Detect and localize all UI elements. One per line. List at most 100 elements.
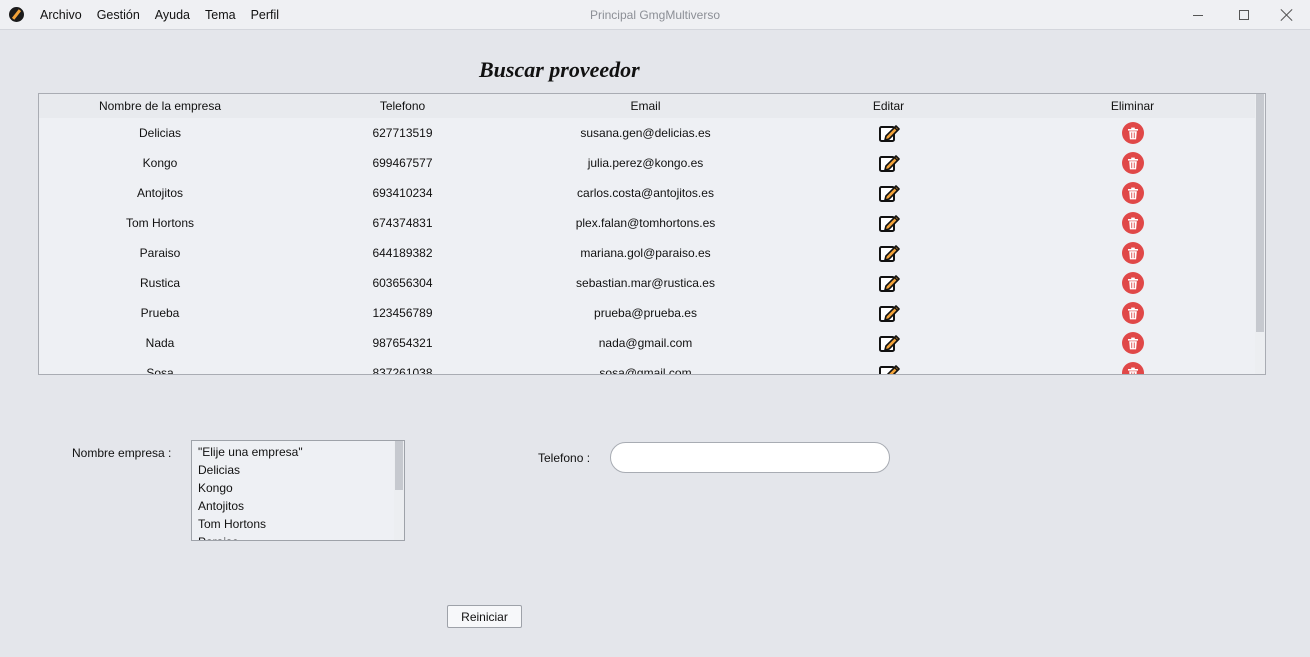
table-row[interactable]: Rustica 603656304 sebastian.mar@rustica.es	[39, 268, 1255, 298]
delete-cell	[1010, 358, 1255, 374]
delete-cell	[1010, 148, 1255, 178]
cell-email: susana.gen@delicias.es	[580, 126, 711, 140]
cell-email: julia.perez@kongo.es	[587, 156, 704, 170]
delete-cell	[1010, 208, 1255, 238]
cell-email: nada@gmail.com	[598, 336, 693, 350]
table-body: Delicias 627713519 susana.gen@delicias.es K…	[39, 118, 1255, 375]
cell-nombre: Delicias	[138, 126, 181, 140]
delete-cell	[1010, 118, 1255, 148]
table-header: Nombre de la empresa Telefono Email Edit…	[39, 94, 1255, 118]
edit-cell	[767, 118, 1010, 148]
delete-trash-icon[interactable]	[1121, 122, 1144, 144]
cell-nombre: Kongo	[142, 156, 178, 170]
table-row[interactable]: Kongo 699467577 julia.perez@kongo.es	[39, 148, 1255, 178]
menu-gestion[interactable]: Gestión	[97, 8, 140, 22]
edit-icon[interactable]	[878, 332, 900, 354]
cell-email: prueba@prueba.es	[594, 306, 697, 320]
menu-perfil[interactable]: Perfil	[251, 8, 279, 22]
cell-telefono: 837261038	[372, 366, 433, 375]
edit-cell	[767, 178, 1010, 208]
table-row[interactable]: Sosa 837261038 sosa@gmail.com	[39, 358, 1255, 375]
column-header-eliminar[interactable]: Eliminar	[1010, 94, 1255, 118]
cell-nombre: Rustica	[139, 276, 180, 290]
supplier-table: Nombre de la empresa Telefono Email Edit…	[38, 93, 1266, 375]
column-header-telefono[interactable]: Telefono	[281, 94, 524, 118]
cell-telefono: 123456789	[372, 306, 433, 320]
delete-trash-icon[interactable]	[1121, 302, 1144, 324]
delete-trash-icon[interactable]	[1121, 212, 1144, 234]
minimize-icon	[1193, 14, 1203, 16]
delete-cell	[1010, 268, 1255, 298]
column-header-nombre[interactable]: Nombre de la empresa	[39, 94, 281, 118]
menu-bar: Archivo Gestión Ayuda Tema Perfil	[40, 0, 294, 30]
maximize-button[interactable]	[1221, 0, 1267, 30]
table-scrollbar[interactable]	[1255, 94, 1265, 374]
listbox-scrollbar[interactable]	[394, 441, 404, 540]
page-title: Buscar proveedor	[479, 57, 640, 82]
delete-trash-icon[interactable]	[1121, 242, 1144, 264]
table-row[interactable]: Nada 987654321 nada@gmail.com	[39, 328, 1255, 358]
cell-telefono: 644189382	[372, 246, 433, 260]
delete-trash-icon[interactable]	[1121, 152, 1144, 174]
menu-tema[interactable]: Tema	[205, 8, 236, 22]
column-header-email[interactable]: Email	[524, 94, 767, 118]
close-button[interactable]	[1264, 0, 1310, 30]
column-header-editar[interactable]: Editar	[767, 94, 1010, 118]
cell-nombre: Tom Hortons	[125, 216, 195, 230]
cell-email: plex.falan@tomhortons.es	[575, 216, 716, 230]
cell-nombre: Prueba	[140, 306, 180, 320]
cell-telefono: 674374831	[372, 216, 433, 230]
delete-trash-icon[interactable]	[1121, 182, 1144, 204]
edit-icon[interactable]	[878, 302, 900, 324]
table-row[interactable]: Delicias 627713519 susana.gen@delicias.es	[39, 118, 1255, 148]
list-item[interactable]: Delicias	[192, 461, 404, 479]
table-row[interactable]: Paraiso 644189382 mariana.gol@paraiso.es	[39, 238, 1255, 268]
edit-icon[interactable]	[878, 242, 900, 264]
maximize-icon	[1239, 10, 1249, 20]
empresa-listbox[interactable]: "Elije una empresa" Delicias Kongo Antoj…	[191, 440, 405, 541]
edit-icon[interactable]	[878, 362, 900, 374]
menu-archivo[interactable]: Archivo	[40, 8, 82, 22]
list-item[interactable]: Antojitos	[192, 497, 404, 515]
delete-trash-icon[interactable]	[1121, 332, 1144, 354]
list-item[interactable]: Paraiso	[192, 533, 404, 540]
edit-cell	[767, 208, 1010, 238]
edit-icon[interactable]	[878, 212, 900, 234]
cell-telefono: 987654321	[372, 336, 433, 350]
cell-telefono: 693410234	[372, 186, 433, 200]
telefono-input[interactable]	[610, 442, 890, 473]
empresa-label: Nombre empresa :	[72, 446, 172, 460]
table-row[interactable]: Antojitos 693410234 carlos.costa@antojitos…	[39, 178, 1255, 208]
title-bar: Principal GmgMultiverso Archivo Gestión …	[0, 0, 1310, 30]
edit-cell	[767, 148, 1010, 178]
edit-icon[interactable]	[878, 122, 900, 144]
list-item[interactable]: Kongo	[192, 479, 404, 497]
edit-icon[interactable]	[878, 272, 900, 294]
table-row[interactable]: Prueba 123456789 prueba@prueba.es	[39, 298, 1255, 328]
edit-icon[interactable]	[878, 182, 900, 204]
edit-icon[interactable]	[878, 152, 900, 174]
close-icon	[1281, 9, 1293, 21]
cell-telefono: 699467577	[372, 156, 433, 170]
delete-cell	[1010, 238, 1255, 268]
menu-ayuda[interactable]: Ayuda	[155, 8, 190, 22]
list-item[interactable]: "Elije una empresa"	[192, 443, 404, 461]
listbox-scrollbar-thumb[interactable]	[395, 441, 403, 490]
cell-telefono: 603656304	[372, 276, 433, 290]
delete-trash-icon[interactable]	[1121, 362, 1144, 374]
cell-email: sosa@gmail.com	[599, 366, 692, 375]
telefono-label: Telefono :	[538, 451, 591, 465]
table-scrollbar-thumb[interactable]	[1256, 94, 1264, 332]
list-item[interactable]: Tom Hortons	[192, 515, 404, 533]
table-row[interactable]: Tom Hortons 674374831 plex.falan@tomhorton…	[39, 208, 1255, 238]
edit-cell	[767, 238, 1010, 268]
minimize-button[interactable]	[1175, 0, 1221, 30]
delete-cell	[1010, 298, 1255, 328]
cell-email: sebastian.mar@rustica.es	[576, 276, 715, 290]
reset-button[interactable]: Reiniciar	[447, 605, 522, 628]
delete-cell	[1010, 178, 1255, 208]
edit-cell	[767, 358, 1010, 374]
delete-trash-icon[interactable]	[1121, 272, 1144, 294]
cell-telefono: 627713519	[372, 126, 433, 140]
cell-nombre: Sosa	[146, 366, 174, 375]
